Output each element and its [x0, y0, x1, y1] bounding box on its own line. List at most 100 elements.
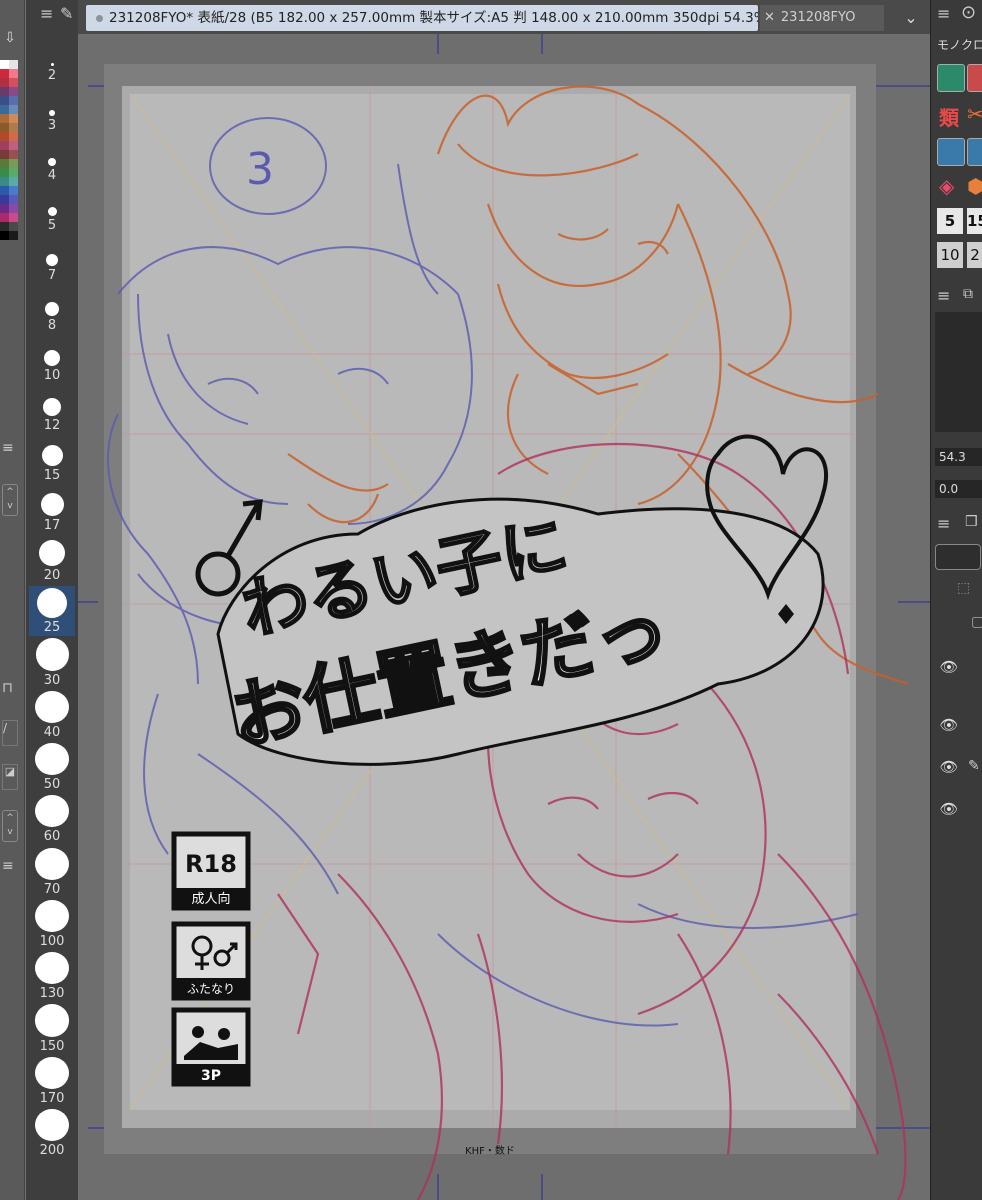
brush-size-30[interactable]: 30	[29, 638, 75, 688]
num-2[interactable]: 2	[967, 242, 982, 268]
palette-swatch[interactable]	[0, 60, 9, 69]
palette-swatch[interactable]	[9, 114, 18, 123]
layer-visibility-eye-icon[interactable]: 👁	[932, 706, 966, 744]
palette-swatch[interactable]	[9, 60, 18, 69]
palette-swatch[interactable]	[0, 141, 9, 150]
tab-document-second[interactable]: ✕ 231208FYO	[760, 5, 884, 31]
palette-swatch[interactable]	[9, 78, 18, 87]
lock-icon[interactable]: ⊓	[2, 680, 13, 696]
settings-icon[interactable]: ⊙	[961, 2, 976, 23]
spinner-icon[interactable]: ^ v	[2, 484, 18, 516]
brush-size-2[interactable]: 2	[29, 36, 75, 84]
frame-icon[interactable]: ◪	[2, 764, 18, 790]
palette-swatch[interactable]	[0, 105, 9, 114]
navigator-preview[interactable]	[935, 312, 982, 432]
canvas-area[interactable]: わるい子に お仕置きだっ 3 R18 成人向 ふたなり 3P KHF・数ド	[78, 34, 930, 1200]
palette-swatch[interactable]	[0, 222, 9, 231]
palette-swatch[interactable]	[9, 159, 18, 168]
palette-swatch[interactable]	[9, 150, 18, 159]
palette-swatch[interactable]	[9, 177, 18, 186]
palette-swatch[interactable]	[9, 186, 18, 195]
close-icon[interactable]: ✕	[764, 10, 775, 25]
brush-size-60[interactable]: 60	[29, 795, 75, 845]
layer-visibility-eye-icon[interactable]: 👁	[932, 648, 966, 686]
palette-swatch[interactable]	[9, 69, 18, 78]
brush-size-70[interactable]: 70	[29, 847, 75, 898]
brush-size-15[interactable]: 15	[29, 436, 75, 484]
palette-swatch[interactable]	[0, 231, 9, 240]
layer-mask-icon[interactable]: ▢	[971, 614, 982, 630]
layer-lock-icon[interactable]: ⬚	[957, 580, 970, 596]
brush-size-20[interactable]: 20	[29, 536, 75, 584]
menu2-icon[interactable]: ≡	[2, 858, 20, 874]
palette-swatch[interactable]	[9, 222, 18, 231]
canvas-drawing[interactable]: わるい子に お仕置きだっ 3 R18 成人向 ふたなり 3P KHF・数ド	[78, 34, 930, 1200]
num-15[interactable]: 15	[967, 208, 982, 234]
import-icon[interactable]: ⇩	[0, 30, 20, 50]
frame-button[interactable]	[937, 138, 965, 166]
tab-menu-chevron-icon[interactable]: ⌄	[896, 5, 926, 31]
brush-size-10[interactable]: 10	[29, 336, 75, 384]
copy-icon[interactable]: ⧉	[963, 286, 973, 302]
pen-icon[interactable]: /	[2, 720, 18, 746]
palette-swatch[interactable]	[9, 141, 18, 150]
palette-swatch[interactable]	[9, 204, 18, 213]
brush-size-130[interactable]: 130	[29, 952, 75, 1002]
brush-size-3[interactable]: 3	[29, 86, 75, 134]
brush-panel-menu-icon[interactable]: ≡	[40, 4, 53, 23]
palette-swatch[interactable]	[0, 186, 9, 195]
brush-size-100[interactable]: 100	[29, 899, 75, 950]
right-panel-menu-icon[interactable]: ≡	[937, 4, 950, 23]
navigator-menu-icon[interactable]: ≡	[937, 286, 950, 305]
palette-swatch[interactable]	[9, 96, 18, 105]
palette-swatch[interactable]	[0, 150, 9, 159]
num-10[interactable]: 10	[937, 242, 963, 268]
brush-size-17[interactable]: 17	[29, 486, 75, 534]
brush-size-200[interactable]: 200	[29, 1109, 75, 1159]
tone-red-button[interactable]	[967, 64, 982, 92]
palette-swatch[interactable]	[9, 213, 18, 222]
num-5[interactable]: 5	[937, 208, 963, 234]
layer-visibility-eye-icon[interactable]: 👁	[932, 748, 966, 786]
shape-icon[interactable]: ⬢	[967, 174, 982, 198]
brush-size-7[interactable]: 7	[29, 236, 75, 284]
palette-swatch[interactable]	[0, 168, 9, 177]
brush-size-4[interactable]: 4	[29, 136, 75, 184]
wave-button[interactable]	[967, 138, 982, 166]
kanji-label[interactable]: 類	[939, 102, 959, 131]
palette-swatch[interactable]	[9, 195, 18, 204]
brush-size-8[interactable]: 8	[29, 286, 75, 334]
palette-swatch[interactable]	[0, 195, 9, 204]
pen-tool-icon[interactable]: ✎	[60, 4, 82, 28]
brush-size-50[interactable]: 50	[29, 742, 75, 793]
palette-swatch[interactable]	[0, 213, 9, 222]
tab-document-active[interactable]: 231208FYO* 表紙/28 (B5 182.00 x 257.00mm 製…	[86, 5, 758, 31]
palette-swatch[interactable]	[9, 105, 18, 114]
tone-green-button[interactable]	[937, 64, 965, 92]
palette-swatch[interactable]	[9, 132, 18, 141]
palette-swatch[interactable]	[0, 114, 9, 123]
layer-menu-icon[interactable]: ≡	[937, 514, 950, 533]
palette-swatch[interactable]	[9, 168, 18, 177]
palette-swatch[interactable]	[9, 87, 18, 96]
brush-size-5[interactable]: 5	[29, 186, 75, 234]
palette-swatch[interactable]	[0, 204, 9, 213]
menu-icon[interactable]: ≡	[2, 440, 20, 456]
palette-swatch[interactable]	[0, 87, 9, 96]
palette-swatch[interactable]	[0, 69, 9, 78]
palette-swatch[interactable]	[0, 123, 9, 132]
brush-size-25[interactable]: 25	[29, 586, 75, 637]
palette-swatch[interactable]	[9, 231, 18, 240]
spinner2-icon[interactable]: ^ v	[2, 810, 18, 842]
palette-swatch[interactable]	[0, 159, 9, 168]
rotate-field[interactable]: 0.0	[935, 480, 982, 498]
brush-size-12[interactable]: 12	[29, 386, 75, 434]
palette-swatch[interactable]	[0, 78, 9, 87]
palette-swatch[interactable]	[0, 132, 9, 141]
brush-size-170[interactable]: 170	[29, 1056, 75, 1107]
color-palette[interactable]	[0, 60, 18, 425]
layers-icon[interactable]: ◈	[939, 174, 954, 198]
brush-size-40[interactable]: 40	[29, 690, 75, 741]
palette-swatch[interactable]	[0, 96, 9, 105]
scissors-icon[interactable]: ✂	[967, 102, 982, 126]
